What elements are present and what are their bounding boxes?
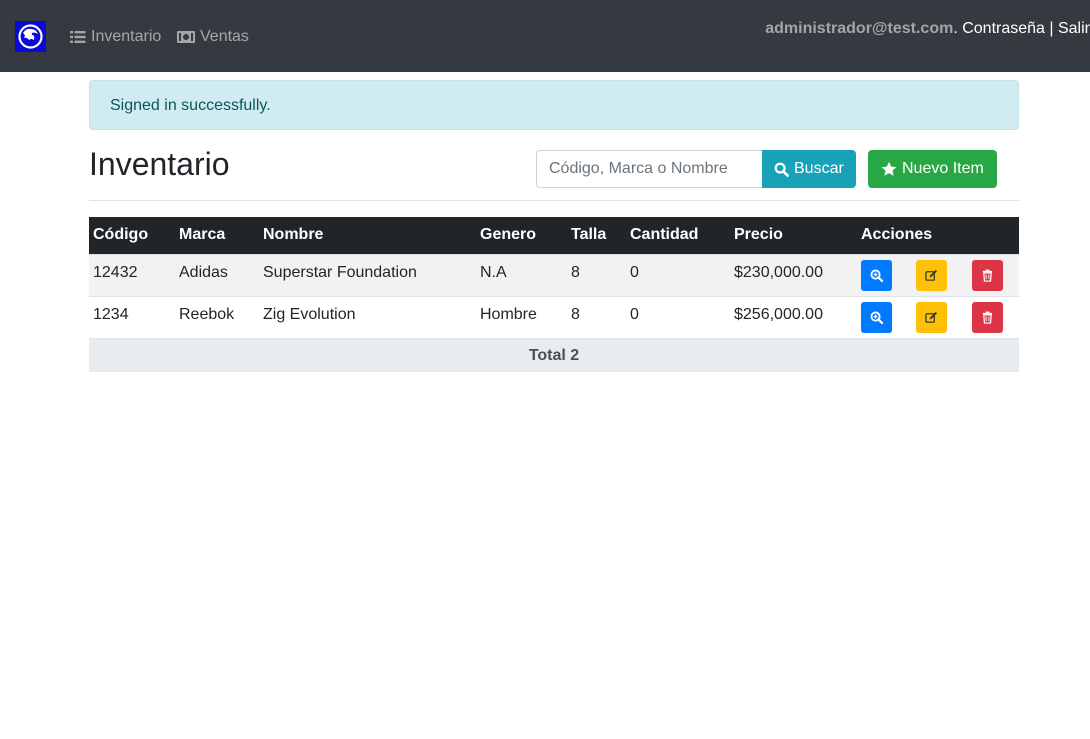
list-icon	[70, 30, 86, 44]
trash-icon	[982, 269, 993, 282]
search-icon	[774, 162, 789, 177]
cell-acciones	[857, 295, 1019, 338]
table-row: 1234 Reebok Zig Evolution Hombre 8 0 $25…	[89, 295, 1019, 338]
search-button-label: Buscar	[794, 160, 844, 177]
edit-button[interactable]	[916, 301, 948, 333]
inventory-table: Código Marca Nombre Genero Talla Cantida…	[89, 217, 1019, 372]
nav-link-inventario[interactable]: Inventario	[70, 28, 161, 46]
new-item-label: Nuevo Item	[902, 160, 984, 177]
cell-precio: $230,000.00	[730, 253, 857, 296]
cell-marca: Reebok	[175, 295, 259, 338]
email-punctuation: .	[953, 20, 963, 37]
cell-marca: Adidas	[175, 253, 259, 296]
column-header: Cantidad	[626, 217, 730, 254]
nav-link-label: Ventas	[200, 28, 249, 45]
delete-button[interactable]	[971, 259, 1003, 291]
column-header: Acciones	[857, 217, 1019, 254]
edit-button[interactable]	[916, 259, 948, 291]
total-count: Total 2	[89, 337, 1019, 372]
nav-separator: |	[1044, 20, 1058, 37]
success-alert: Signed in successfully.	[89, 80, 1019, 130]
cell-precio: $256,000.00	[730, 295, 857, 338]
view-button[interactable]	[861, 301, 892, 333]
column-header: Genero	[476, 217, 567, 254]
alert-message: Signed in successfully.	[110, 97, 271, 114]
lion-logo-icon	[18, 24, 43, 49]
user-email: administrador@test.com	[765, 20, 954, 37]
star-icon	[881, 161, 897, 176]
column-header: Precio	[730, 217, 857, 254]
page-title: Inventario	[89, 146, 230, 182]
logout-link[interactable]: Salir	[1058, 20, 1090, 37]
cell-codigo: 12432	[89, 253, 175, 296]
trash-icon	[982, 311, 993, 324]
column-header: Nombre	[259, 217, 476, 254]
zoom-in-icon	[870, 311, 883, 324]
zoom-in-icon	[870, 269, 883, 282]
column-header: Marca	[175, 217, 259, 254]
cell-codigo: 1234	[89, 295, 175, 338]
cell-genero: Hombre	[476, 295, 567, 338]
money-bill-icon	[177, 30, 195, 44]
cell-acciones	[857, 253, 1019, 296]
table-header-row: Código Marca Nombre Genero Talla Cantida…	[89, 217, 1019, 254]
view-button[interactable]	[861, 259, 892, 291]
column-header: Código	[89, 217, 175, 254]
divider	[89, 200, 1019, 201]
user-menu: administrador@test.com. Contraseña | Sal…	[765, 20, 1090, 38]
cell-nombre: Zig Evolution	[259, 295, 476, 338]
cell-nombre: Superstar Foundation	[259, 253, 476, 296]
cell-cantidad: 0	[626, 295, 730, 338]
cell-talla: 8	[567, 295, 626, 338]
cell-talla: 8	[567, 253, 626, 296]
edit-icon	[925, 311, 938, 323]
search-button[interactable]: Buscar	[762, 150, 856, 188]
navbar: Inventario Ventas administrador@test.com…	[0, 0, 1090, 72]
nav-link-label: Inventario	[91, 28, 162, 45]
search-form: Buscar	[536, 150, 856, 188]
password-link[interactable]: Contraseña	[962, 20, 1045, 37]
nav-link-ventas[interactable]: Ventas	[177, 28, 249, 46]
edit-icon	[925, 269, 938, 281]
column-header: Talla	[567, 217, 626, 254]
cell-cantidad: 0	[626, 253, 730, 296]
cell-genero: N.A	[476, 253, 567, 296]
new-item-button[interactable]: Nuevo Item	[868, 150, 997, 188]
table-footer-row: Total 2	[89, 337, 1019, 372]
brand-logo[interactable]	[15, 21, 46, 52]
search-input[interactable]	[536, 150, 762, 188]
table-row: 12432 Adidas Superstar Foundation N.A 8 …	[89, 253, 1019, 296]
delete-button[interactable]	[971, 301, 1003, 333]
